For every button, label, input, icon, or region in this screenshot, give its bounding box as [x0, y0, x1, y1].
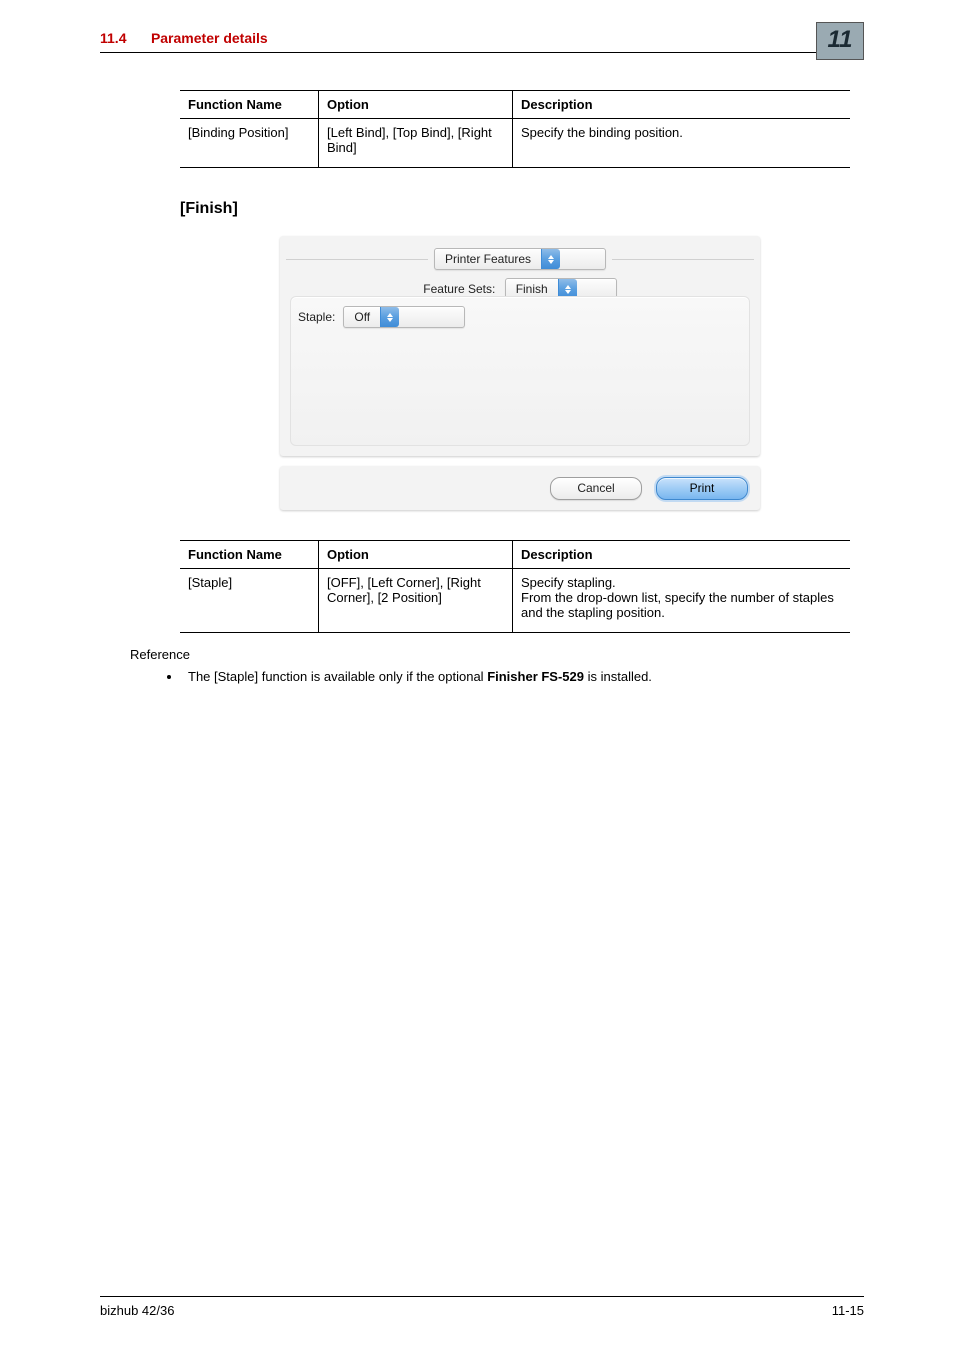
reference-block: Reference The [Staple] function is avail… — [130, 647, 864, 686]
main-select-label: Printer Features — [445, 252, 541, 266]
main-select[interactable]: Printer Features — [434, 248, 606, 270]
triangle-up-icon — [548, 255, 554, 259]
reference-item: The [Staple] function is available only … — [182, 668, 864, 686]
feature-sets-label: Feature Sets: — [423, 282, 495, 296]
chevron-updown-icon — [380, 307, 399, 327]
triangle-down-icon — [387, 318, 393, 322]
chevron-updown-icon — [541, 249, 560, 269]
separator-line-right — [612, 259, 754, 260]
separator-line-left — [286, 259, 428, 260]
staple-label: Staple: — [298, 310, 335, 324]
triangle-down-icon — [565, 290, 571, 294]
reference-list: The [Staple] function is available only … — [130, 668, 864, 686]
dialog-upper-panel: Printer Features Feature Sets: Finish — [280, 236, 760, 456]
th-option: Option — [319, 541, 513, 569]
page-header: 11.4 Parameter details — [100, 30, 864, 60]
reference-text-before: The [Staple] function is available only … — [188, 669, 487, 684]
cell-function-name: [Staple] — [180, 569, 319, 633]
reference-heading: Reference — [130, 647, 864, 662]
section-number: 11.4 — [100, 30, 126, 46]
dialog-lower-panel: Cancel Print — [280, 466, 760, 510]
th-description: Description — [513, 91, 851, 119]
cancel-button[interactable]: Cancel — [550, 477, 642, 500]
th-description: Description — [513, 541, 851, 569]
staple-value: Off — [354, 310, 380, 324]
main-select-row: Printer Features — [280, 248, 760, 270]
table-header-row: Function Name Option Description — [180, 91, 850, 119]
reference-bold: Finisher FS-529 — [487, 669, 584, 684]
triangle-up-icon — [565, 285, 571, 289]
content-area: Function Name Option Description [Bindin… — [100, 90, 864, 686]
print-button[interactable]: Print — [656, 477, 748, 500]
params-table-binding: Function Name Option Description [Bindin… — [180, 90, 850, 168]
triangle-up-icon — [387, 313, 393, 317]
reference-text-after: is installed. — [584, 669, 652, 684]
th-function-name: Function Name — [180, 91, 319, 119]
cell-description: Specify the binding position. — [513, 119, 851, 168]
staple-row: Staple: Off — [298, 306, 465, 328]
cell-description: Specify stapling. From the drop-down lis… — [513, 569, 851, 633]
table-row: [Binding Position] [Left Bind], [Top Bin… — [180, 119, 850, 168]
table-row: [Staple] [OFF], [Left Corner], [Right Co… — [180, 569, 850, 633]
cell-option: [Left Bind], [Top Bind], [Right Bind] — [319, 119, 513, 168]
cell-option: [OFF], [Left Corner], [Right Corner], [2… — [319, 569, 513, 633]
table-header-row: Function Name Option Description — [180, 541, 850, 569]
cell-function-name: [Binding Position] — [180, 119, 319, 168]
staple-select[interactable]: Off — [343, 306, 465, 328]
print-dialog: Printer Features Feature Sets: Finish — [280, 236, 760, 510]
th-function-name: Function Name — [180, 541, 319, 569]
header-rule — [100, 52, 834, 53]
chapter-badge: 11 — [816, 22, 864, 60]
params-table-staple: Function Name Option Description [Staple… — [180, 540, 850, 633]
footer-right: 11-15 — [832, 1303, 864, 1318]
section-title: Parameter details — [151, 30, 268, 46]
feature-sets-value: Finish — [516, 282, 558, 296]
th-option: Option — [319, 91, 513, 119]
section-heading-finish: [Finish] — [180, 200, 864, 218]
page-footer: bizhub 42/36 11-15 — [100, 1296, 864, 1318]
footer-left: bizhub 42/36 — [100, 1303, 174, 1318]
triangle-down-icon — [548, 260, 554, 264]
